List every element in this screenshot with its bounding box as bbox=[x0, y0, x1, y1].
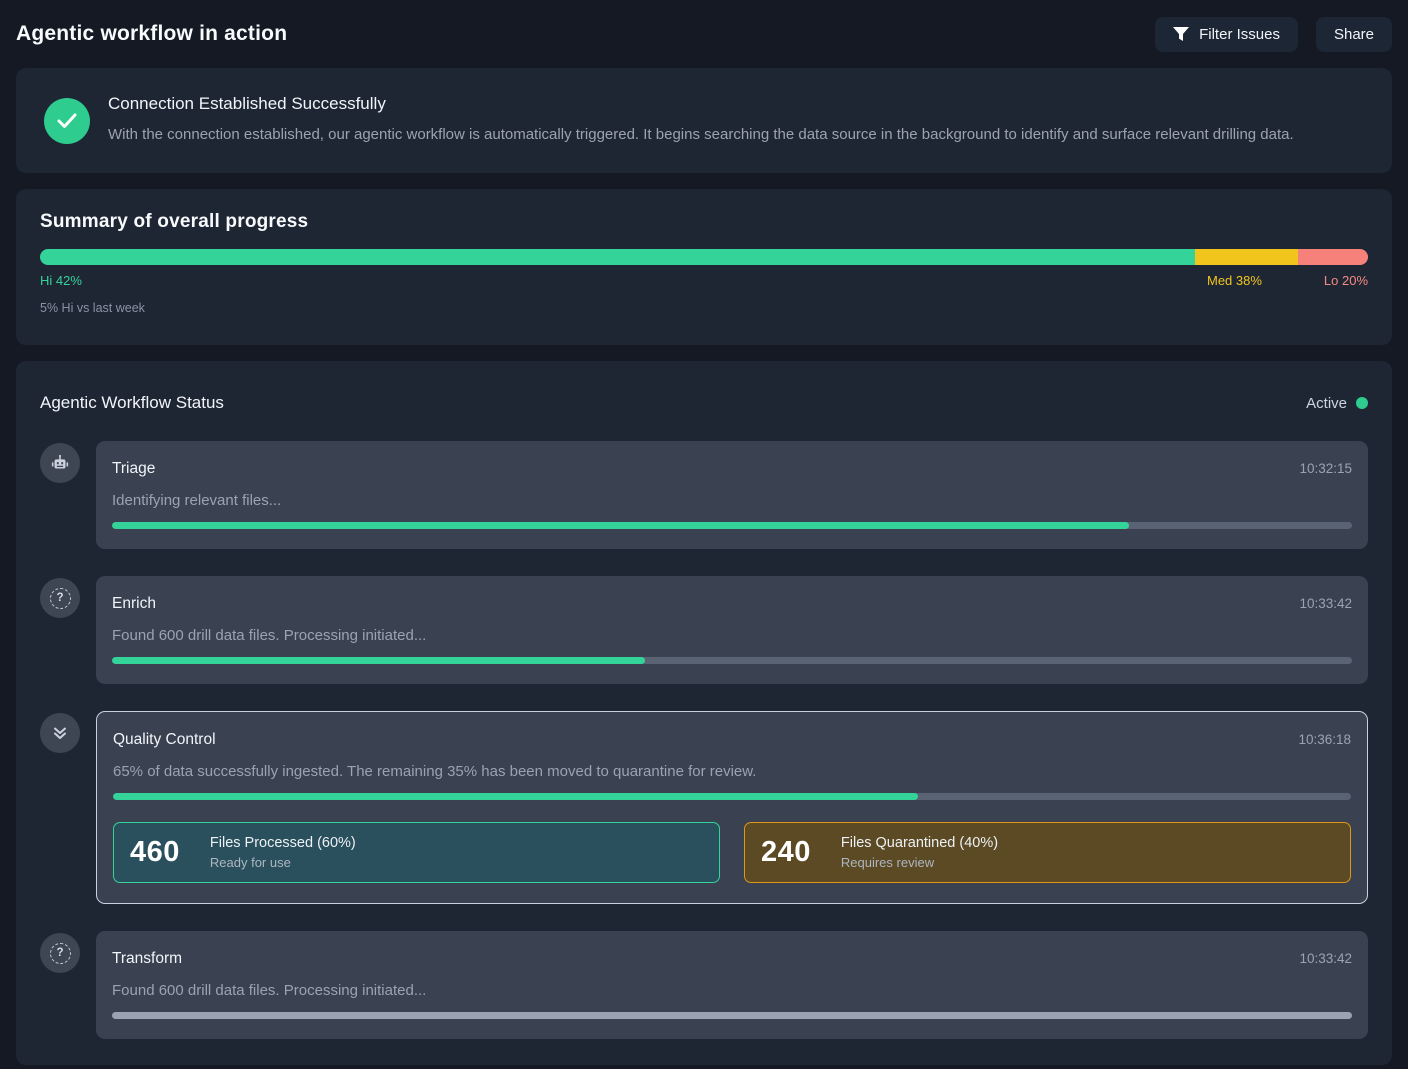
progress-labels: Hi 42% Med 38% Lo 20% bbox=[40, 273, 1368, 288]
step-timestamp: 10:33:42 bbox=[1299, 951, 1352, 966]
workflow-status-section: Agentic Workflow Status Active bbox=[16, 361, 1392, 1065]
page: Agentic workflow in action Filter Issues… bbox=[0, 0, 1408, 1065]
summary-card: Summary of overall progress Hi 42% Med 3… bbox=[16, 189, 1392, 345]
banner-content: Connection Established Successfully With… bbox=[108, 94, 1294, 147]
progress-segment-med bbox=[1195, 249, 1297, 265]
step-progress-fill bbox=[112, 522, 1129, 529]
progress-segment-lo bbox=[1298, 249, 1368, 265]
stat-label: Files Quarantined (40%) bbox=[841, 835, 998, 851]
files-processed-stat[interactable]: 460 Files Processed (60%) Ready for use bbox=[113, 822, 720, 883]
workflow-status-badge: Active bbox=[1306, 395, 1368, 412]
filter-icon bbox=[1173, 27, 1189, 41]
step-subtitle: Found 600 drill data files. Processing i… bbox=[112, 627, 1352, 644]
share-button[interactable]: Share bbox=[1316, 17, 1392, 52]
banner-body: With the connection established, our age… bbox=[108, 123, 1294, 147]
step-progress-fill bbox=[112, 657, 645, 664]
step-progress-bar bbox=[112, 657, 1352, 664]
step-subtitle: Found 600 drill data files. Processing i… bbox=[112, 982, 1352, 999]
stat-value: 240 bbox=[761, 836, 811, 869]
stat-value: 460 bbox=[130, 836, 180, 869]
status-dot-icon bbox=[1356, 397, 1368, 409]
double-check-icon bbox=[40, 713, 80, 753]
step-subtitle: Identifying relevant files... bbox=[112, 492, 1352, 509]
quality-control-card[interactable]: Quality Control 10:36:18 65% of data suc… bbox=[96, 711, 1368, 904]
stat-label: Files Processed (60%) bbox=[210, 835, 356, 851]
step-enrich: ? Enrich 10:33:42 Found 600 drill data f… bbox=[40, 576, 1368, 684]
step-progress-fill bbox=[113, 793, 918, 800]
connection-banner: Connection Established Successfully With… bbox=[16, 68, 1392, 173]
step-title: Transform bbox=[112, 950, 182, 968]
topbar-actions: Filter Issues Share bbox=[1155, 17, 1392, 52]
step-triage: Triage 10:32:15 Identifying relevant fil… bbox=[40, 441, 1368, 549]
step-progress-bar bbox=[112, 522, 1352, 529]
step-timestamp: 10:33:42 bbox=[1299, 596, 1352, 611]
quality-control-stats: 460 Files Processed (60%) Ready for use … bbox=[113, 822, 1351, 883]
question-icon: ? bbox=[40, 578, 80, 618]
label-hi: Hi 42% bbox=[40, 273, 82, 288]
robot-icon bbox=[40, 443, 80, 483]
workflow-header: Agentic Workflow Status Active bbox=[40, 393, 1368, 413]
filter-issues-button[interactable]: Filter Issues bbox=[1155, 17, 1298, 52]
stat-sublabel: Ready for use bbox=[210, 855, 356, 870]
status-label: Active bbox=[1306, 395, 1347, 412]
stat-sublabel: Requires review bbox=[841, 855, 998, 870]
overall-progress-bar bbox=[40, 249, 1368, 265]
enrich-card[interactable]: Enrich 10:33:42 Found 600 drill data fil… bbox=[96, 576, 1368, 684]
label-med: Med 38% bbox=[1207, 273, 1262, 288]
step-title: Triage bbox=[112, 460, 155, 478]
files-quarantined-stat[interactable]: 240 Files Quarantined (40%) Requires rev… bbox=[744, 822, 1351, 883]
progress-segment-hi bbox=[40, 249, 1195, 265]
step-transform: ? Transform 10:33:42 Found 600 drill dat… bbox=[40, 931, 1368, 1039]
step-timestamp: 10:32:15 bbox=[1299, 461, 1352, 476]
page-title: Agentic workflow in action bbox=[16, 22, 287, 46]
step-progress-bar bbox=[113, 793, 1351, 800]
top-bar: Agentic workflow in action Filter Issues… bbox=[16, 0, 1392, 68]
step-quality-control: Quality Control 10:36:18 65% of data suc… bbox=[40, 711, 1368, 904]
question-icon: ? bbox=[40, 933, 80, 973]
step-title: Quality Control bbox=[113, 731, 216, 749]
summary-title: Summary of overall progress bbox=[40, 211, 1368, 233]
share-label: Share bbox=[1334, 26, 1374, 43]
check-icon bbox=[44, 98, 90, 144]
banner-title: Connection Established Successfully bbox=[108, 94, 1294, 114]
step-timestamp: 10:36:18 bbox=[1298, 732, 1351, 747]
filter-issues-label: Filter Issues bbox=[1199, 26, 1280, 43]
workflow-title: Agentic Workflow Status bbox=[40, 393, 224, 413]
summary-note: 5% Hi vs last week bbox=[40, 301, 1368, 315]
step-progress-bar bbox=[112, 1012, 1352, 1019]
label-lo: Lo 20% bbox=[1324, 273, 1368, 288]
triage-card[interactable]: Triage 10:32:15 Identifying relevant fil… bbox=[96, 441, 1368, 549]
step-title: Enrich bbox=[112, 595, 156, 613]
transform-card[interactable]: Transform 10:33:42 Found 600 drill data … bbox=[96, 931, 1368, 1039]
step-subtitle: 65% of data successfully ingested. The r… bbox=[113, 763, 1351, 780]
